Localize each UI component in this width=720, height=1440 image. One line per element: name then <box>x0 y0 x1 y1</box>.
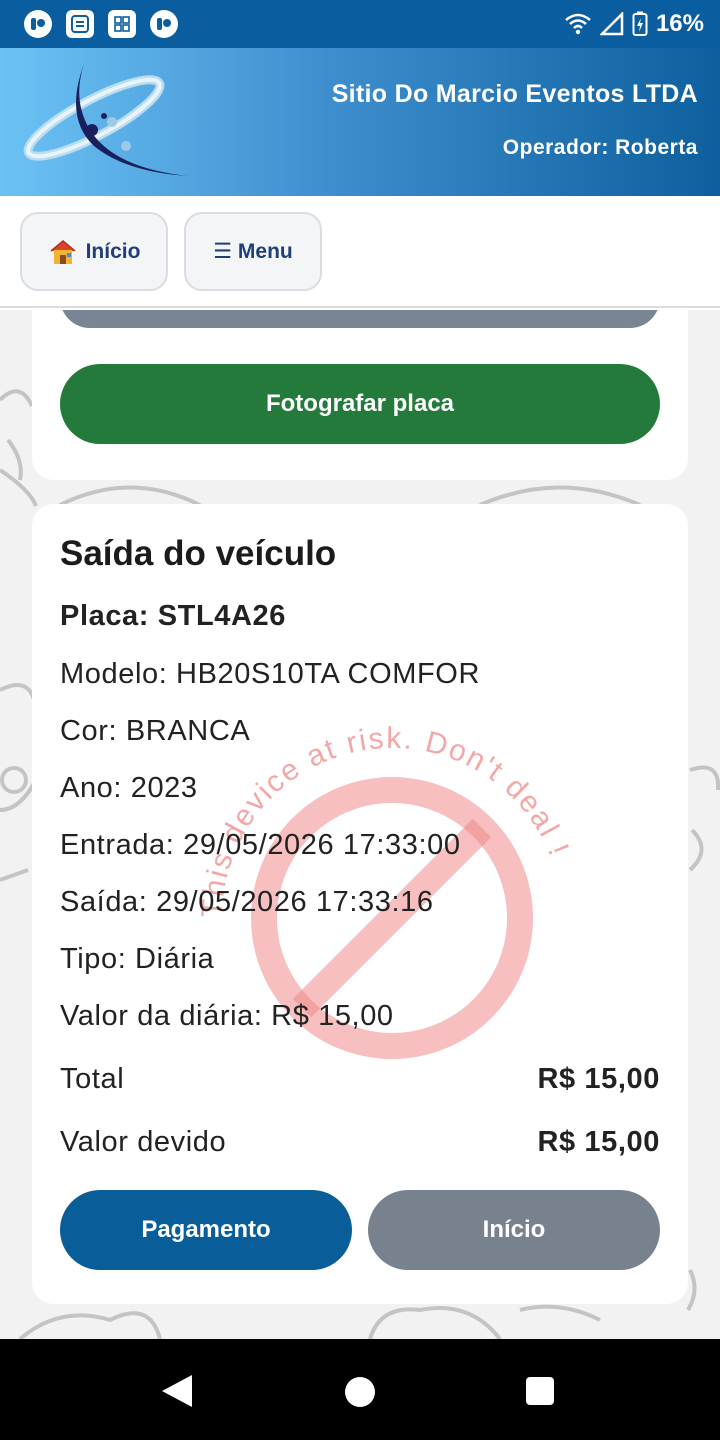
back-icon[interactable] <box>160 1373 194 1409</box>
type-text: Tipo: Diária <box>60 943 215 975</box>
payment-button[interactable]: Pagamento <box>60 1190 352 1270</box>
operator-name: Operador: Roberta <box>502 136 698 159</box>
grid-app-icon <box>108 10 136 38</box>
company-logo <box>23 64 188 176</box>
signal-icon <box>599 12 624 36</box>
company-name: Sitio Do Marcio Eventos LTDA <box>331 80 698 108</box>
app-notification-icon <box>150 10 178 38</box>
house-icon <box>50 239 76 264</box>
menu-nav-label: ☰ Menu <box>213 240 293 263</box>
vehicle-exit-card: This device at risk. Don't deal ! Saída … <box>32 504 688 1304</box>
status-bar: 16% <box>0 0 720 48</box>
photo-card: Fotografar placa <box>32 310 688 480</box>
plate-text: Placa: STL4A26 <box>60 600 286 632</box>
system-navigation-bar <box>0 1339 720 1440</box>
wifi-icon <box>565 13 591 35</box>
exit-time-text: Saída: 29/05/2026 17:33:16 <box>60 886 434 918</box>
recent-apps-icon[interactable] <box>526 1377 554 1405</box>
model-text: Modelo: HB20S10TA COMFOR <box>60 658 481 690</box>
home-nav-label: Início <box>85 239 141 263</box>
color-text: Cor: BRANCA <box>60 715 251 747</box>
total-value: R$ 15,00 <box>537 1063 660 1095</box>
sync-app-icon <box>66 10 94 38</box>
home-icon[interactable] <box>345 1377 375 1407</box>
app-notification-icon <box>24 10 52 38</box>
home-nav-button[interactable]: Início <box>20 212 168 291</box>
top-nav: Início ☰ Menu <box>0 196 720 308</box>
year-text: Ano: 2023 <box>60 772 198 804</box>
exit-card-title: Saída do veículo <box>60 534 337 573</box>
total-row: Total R$ 15,00 <box>60 1063 660 1096</box>
total-label: Total <box>60 1063 125 1095</box>
entry-time-text: Entrada: 29/05/2026 17:33:00 <box>60 829 461 861</box>
amount-due-row: Valor devido R$ 15,00 <box>60 1126 660 1159</box>
battery-percent: 16% <box>655 10 704 37</box>
amount-due-label: Valor devido <box>60 1126 227 1158</box>
previous-action-button[interactable] <box>60 310 660 328</box>
system-indicators: 16% <box>564 10 704 38</box>
daily-value-text: Valor da diária: R$ 15,00 <box>60 1000 394 1032</box>
menu-nav-button[interactable]: ☰ Menu <box>184 212 322 291</box>
battery-charging-icon <box>632 11 648 36</box>
amount-due-value: R$ 15,00 <box>537 1126 660 1158</box>
content-area[interactable]: Fotografar placa This device at risk. Do… <box>0 310 720 1339</box>
notification-icons <box>24 10 178 38</box>
photograph-plate-button[interactable]: Fotografar placa <box>60 364 660 444</box>
back-to-start-button[interactable]: Início <box>368 1190 660 1270</box>
app-header: Sitio Do Marcio Eventos LTDA Operador: R… <box>0 48 720 196</box>
